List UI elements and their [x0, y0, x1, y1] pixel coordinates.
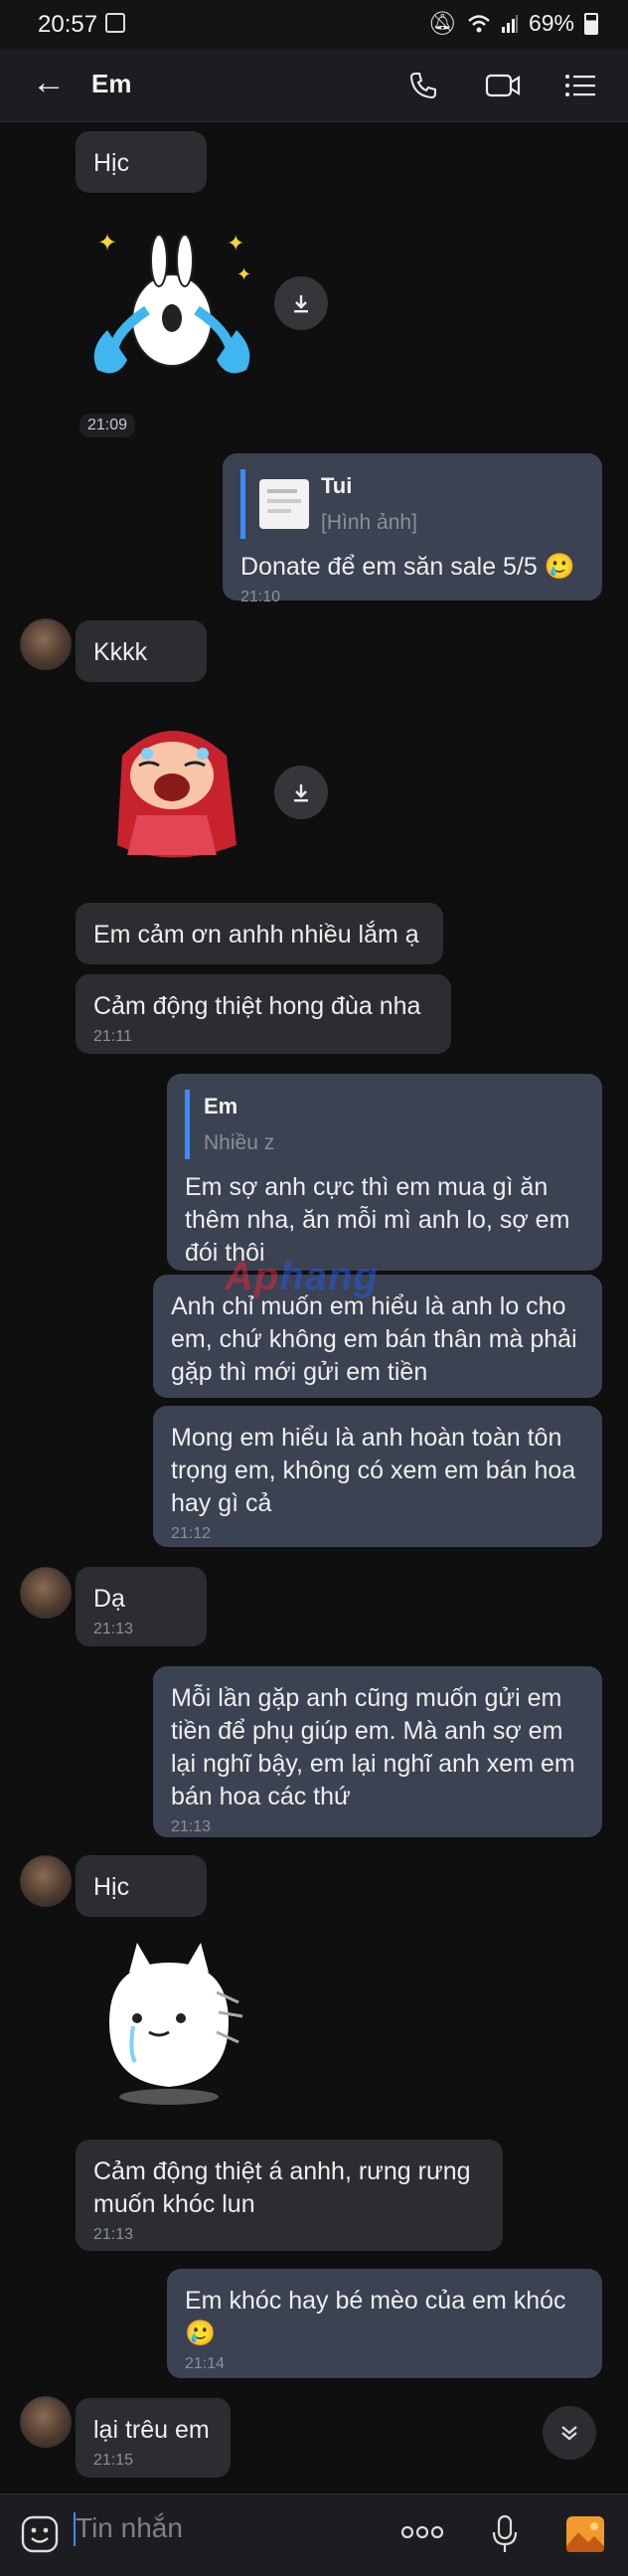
message-bubble-incoming[interactable]: Hịc	[76, 131, 207, 193]
phone-icon[interactable]	[401, 64, 445, 107]
message-bubble-outgoing[interactable]: Mong em hiểu là anh hoàn toàn tôn trọng …	[153, 1406, 602, 1547]
message-time: 21:14	[185, 2355, 226, 2372]
message-bubble-incoming[interactable]: lại trêu em 21:15	[76, 2398, 231, 2478]
back-arrow-icon[interactable]: ←	[32, 64, 66, 102]
more-dots-icon[interactable]	[399, 2524, 445, 2545]
message-text: Mong em hiểu là anh hoàn toàn tôn trọng …	[171, 1424, 576, 1517]
message-text: Em cảm ơn anhh nhiều lắm ạ	[93, 921, 419, 948]
message-text: Em khóc hay bé mèo của em khóc 🥲	[185, 2287, 566, 2347]
battery-level: 69%	[528, 10, 574, 36]
message-text: Cảm động thiệt á anhh, rưng rưng muốn kh…	[93, 2157, 471, 2218]
message-time: 21:11	[93, 1028, 132, 1045]
microphone-icon[interactable]	[491, 2514, 519, 2559]
message-time: 21:15	[93, 2452, 134, 2469]
message-bubble-incoming[interactable]: Em cảm ơn anhh nhiều lắm ạ	[76, 903, 443, 964]
message-text: Cảm động thiệt hong đùa nha	[93, 992, 421, 1020]
mute-icon: 🔕︎	[427, 10, 457, 36]
message-bubble-incoming[interactable]: Cảm động thiệt hong đùa nha 21:11	[76, 974, 451, 1054]
message-time: 21:13	[93, 1621, 134, 1637]
status-time: 20:57	[38, 11, 98, 38]
sticker-white-cat-crying[interactable]	[89, 1933, 248, 2112]
message-bubble-incoming[interactable]: Kkkk	[76, 620, 207, 682]
avatar[interactable]	[20, 1567, 72, 1619]
reply-quote[interactable]: Em Nhiều z	[185, 1090, 584, 1159]
sticker-crying-bunny[interactable]: ✦ ✦ ✦	[78, 221, 266, 390]
message-bubble-outgoing[interactable]: Em Nhiều z Em sợ anh cực thì em mua gì ă…	[167, 1074, 602, 1271]
svg-text:✦: ✦	[236, 264, 251, 284]
message-text: Mỗi lần gặp anh cũng muốn gửi em tiền để…	[171, 1684, 575, 1810]
chevron-down-icon	[561, 2426, 577, 2441]
download-icon[interactable]	[274, 276, 328, 330]
message-bubble-incoming[interactable]: Cảm động thiệt á anhh, rưng rưng muốn kh…	[76, 2140, 503, 2251]
quote-sender: Tui	[321, 473, 353, 498]
avatar[interactable]	[20, 1855, 72, 1907]
sticker-red-hood-crying[interactable]	[78, 696, 266, 885]
message-text: Em sợ anh cực thì em mua gì ăn thêm nha,…	[185, 1173, 570, 1267]
video-camera-icon[interactable]	[481, 64, 525, 107]
message-input[interactable]: Tin nhắn	[76, 2512, 183, 2544]
message-bubble-outgoing[interactable]: Mỗi lần gặp anh cũng muốn gửi em tiền để…	[153, 1666, 602, 1837]
message-text: Kkkk	[93, 638, 148, 666]
status-bar: 20:57 🔕︎ 69%	[0, 0, 628, 50]
download-icon[interactable]	[274, 766, 328, 819]
watermark: Aphang	[225, 1255, 379, 1299]
message-time: 21:13	[171, 1818, 212, 1835]
watermark-part: Ap	[225, 1255, 280, 1298]
avatar[interactable]	[20, 618, 72, 670]
menu-list-icon[interactable]	[558, 64, 602, 107]
message-time: 21:12	[171, 1525, 212, 1542]
scroll-to-bottom-button[interactable]	[543, 2406, 596, 2460]
quote-sender: Em	[204, 1094, 238, 1118]
chat-title: Em	[91, 69, 132, 98]
watermark-part: hang	[279, 1255, 379, 1298]
message-text: Donate để em săn sale 5/5 🥲	[240, 553, 575, 581]
message-bubble-incoming[interactable]: Hịc	[76, 1855, 207, 1917]
message-bubble-outgoing[interactable]: Em khóc hay bé mèo của em khóc 🥲 21:14	[167, 2269, 602, 2378]
message-bubble-incoming[interactable]: Dạ 21:13	[76, 1567, 207, 1646]
message-time: 21:13	[93, 2226, 134, 2243]
reply-quote[interactable]: Tui [Hình ảnh]	[240, 469, 584, 539]
chat-header: ← Em	[0, 50, 628, 122]
svg-text:✦: ✦	[97, 230, 117, 257]
message-text: lại trêu em	[93, 2416, 210, 2444]
emoji-icon[interactable]	[20, 2514, 60, 2554]
wifi-icon	[468, 14, 490, 32]
sticker-timestamp: 21:09	[79, 414, 136, 437]
signal-icon	[501, 14, 518, 33]
message-text: Hịc	[93, 1873, 130, 1901]
svg-text:✦: ✦	[227, 231, 244, 256]
battery-icon	[584, 12, 598, 35]
message-text: Dạ	[93, 1585, 125, 1613]
quote-text: Nhiều z	[204, 1131, 275, 1154]
quoted-image-thumbnail	[259, 479, 309, 529]
gallery-notification-icon	[105, 13, 125, 33]
gallery-icon[interactable]	[564, 2514, 606, 2559]
quote-text: [Hình ảnh]	[321, 511, 417, 534]
avatar[interactable]	[20, 2396, 72, 2448]
message-text: Anh chỉ muốn em hiểu là anh lo cho em, c…	[171, 1292, 577, 1386]
message-time: 21:10	[240, 589, 281, 605]
message-bubble-outgoing[interactable]: Tui [Hình ảnh] Donate để em săn sale 5/5…	[223, 453, 602, 605]
message-composer: Tin nhắn	[0, 2493, 628, 2576]
message-text: Hịc	[93, 149, 130, 177]
